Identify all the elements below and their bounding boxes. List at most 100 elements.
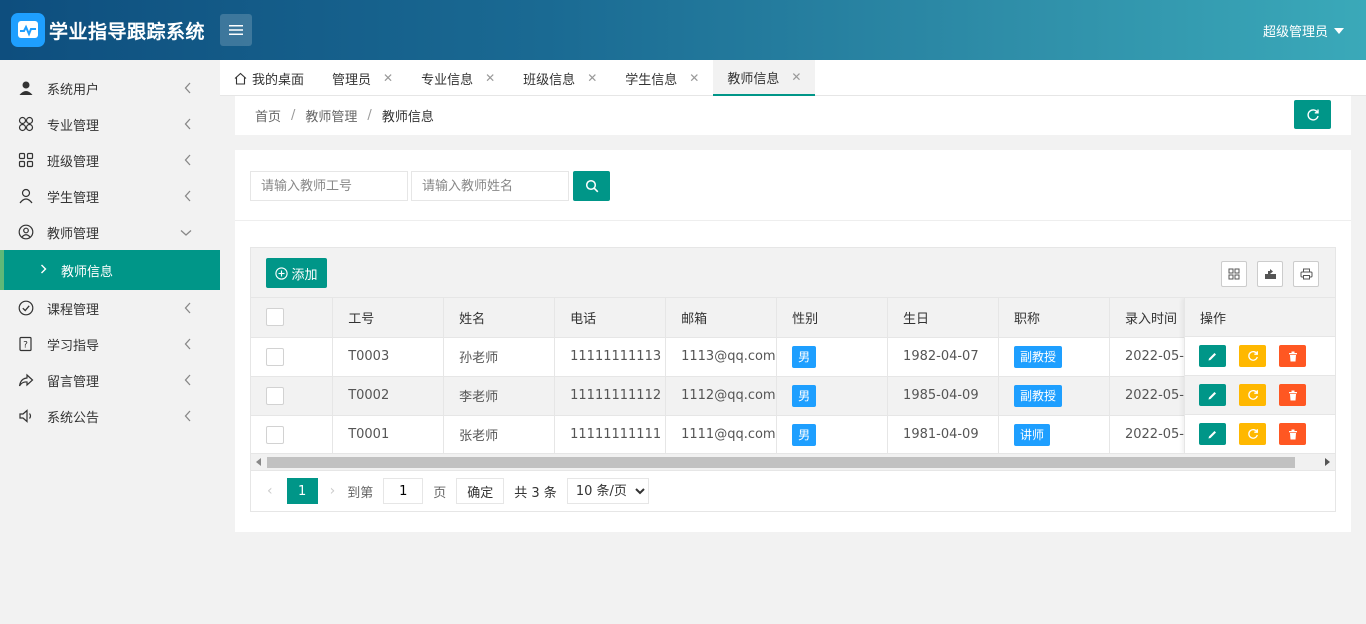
- caret-down-icon: [1334, 27, 1344, 34]
- scroll-right-icon[interactable]: [1325, 458, 1330, 466]
- user-menu[interactable]: 超级管理员: [1263, 21, 1344, 40]
- teacher-id-search-input[interactable]: [250, 171, 408, 201]
- sidebar-item-classes[interactable]: 班级管理: [0, 142, 220, 178]
- logo-icon: [11, 13, 45, 47]
- sidebar-subitem-teacher-info[interactable]: 教师信息: [0, 250, 220, 290]
- close-icon[interactable]: ✕: [485, 71, 495, 85]
- column-header: 电话: [554, 298, 667, 338]
- scroll-left-icon[interactable]: [256, 458, 261, 466]
- gender-badge: 男: [792, 423, 817, 446]
- tab-classes[interactable]: 班级信息 ✕: [509, 60, 611, 96]
- search-button[interactable]: [573, 171, 610, 201]
- sidebar-item-system-users[interactable]: 系统用户: [0, 70, 220, 106]
- edit-button[interactable]: [1199, 345, 1226, 367]
- column-header: 邮箱: [665, 298, 778, 338]
- delete-button[interactable]: [1279, 423, 1306, 445]
- add-button[interactable]: 添加: [266, 258, 327, 288]
- share-icon: [18, 372, 34, 388]
- sidebar-item-students[interactable]: 学生管理: [0, 178, 220, 214]
- speaker-icon: [18, 408, 34, 424]
- prev-page-icon[interactable]: ‹: [267, 483, 273, 499]
- user-icon: [18, 80, 34, 96]
- refresh-icon: [1247, 350, 1258, 361]
- row-checkbox[interactable]: [266, 425, 284, 444]
- close-icon[interactable]: ✕: [383, 71, 393, 85]
- menu-toggle-button[interactable]: [220, 14, 252, 46]
- home-icon: [234, 72, 247, 85]
- sidebar-item-majors[interactable]: 专业管理: [0, 106, 220, 142]
- tab-admin[interactable]: 管理员 ✕: [318, 60, 407, 96]
- tab-majors[interactable]: 专业信息 ✕: [407, 60, 509, 96]
- edit-button[interactable]: [1199, 384, 1226, 406]
- table-row: T0003 孙老师 11111111113 1113@qq.com 男 1982…: [251, 337, 1335, 377]
- user-name: 超级管理员: [1262, 25, 1328, 40]
- hamburger-icon: [229, 25, 243, 35]
- pencil-icon: [1208, 391, 1216, 399]
- page-1-button[interactable]: 1: [286, 478, 318, 504]
- next-page-icon[interactable]: ›: [330, 483, 336, 499]
- breadcrumb-teacher-mgmt[interactable]: 教师管理: [305, 106, 357, 125]
- export-icon[interactable]: [1257, 261, 1283, 287]
- scrollbar-thumb[interactable]: [267, 457, 1295, 468]
- reset-button[interactable]: [1239, 423, 1266, 445]
- row-checkbox[interactable]: [266, 347, 284, 366]
- row-actions: [1185, 415, 1335, 453]
- goto-confirm-button[interactable]: 确定: [456, 478, 505, 504]
- chevron-right-icon: [40, 263, 47, 278]
- column-header: 性别: [776, 298, 889, 338]
- sidebar-item-guidance[interactable]: ? 学习指导: [0, 326, 220, 362]
- horizontal-scrollbar[interactable]: [250, 454, 1336, 471]
- refresh-icon: [1247, 389, 1258, 400]
- gender-badge: 男: [792, 345, 817, 368]
- close-icon[interactable]: ✕: [587, 71, 597, 85]
- page-size-select[interactable]: 10 条/页: [566, 478, 649, 504]
- breadcrumb: 首页 / 教师管理 / 教师信息: [235, 96, 1351, 135]
- sidebar: 系统用户 专业管理 班级管理 学生管理 教师管理 教师信息 课程管理 ? 学习指…: [0, 60, 220, 624]
- tab-teachers[interactable]: 教师信息 ✕: [713, 60, 816, 96]
- sidebar-item-courses[interactable]: 课程管理: [0, 290, 220, 326]
- edit-button[interactable]: [1199, 423, 1226, 445]
- close-icon[interactable]: ✕: [689, 71, 699, 85]
- column-header: 姓名: [443, 298, 556, 338]
- delete-button[interactable]: [1279, 345, 1306, 367]
- pencil-icon: [1208, 352, 1216, 360]
- table-panel: 添加 工号 姓名 电话 邮箱 性别 生日 职称 录入时间 T0003 孙老师 1…: [235, 221, 1351, 532]
- total-count: 共 3 条: [514, 485, 557, 501]
- app-title: 学业指导跟踪系统: [49, 21, 206, 43]
- title-badge: 副教授: [1014, 384, 1063, 407]
- tab-desktop[interactable]: 我的桌面: [220, 60, 318, 96]
- sidebar-item-announcements[interactable]: 系统公告: [0, 398, 220, 434]
- goto-page-input[interactable]: [383, 478, 424, 504]
- teacher-name-search-input[interactable]: [411, 171, 569, 201]
- reset-button[interactable]: [1239, 345, 1266, 367]
- chevron-left-icon: [184, 410, 192, 426]
- row-actions: [1185, 337, 1335, 376]
- refresh-icon: [1247, 428, 1258, 439]
- tab-bar: 我的桌面 管理员 ✕ 专业信息 ✕ 班级信息 ✕ 学生信息 ✕ 教师信息 ✕: [220, 60, 1366, 96]
- row-checkbox[interactable]: [266, 386, 284, 405]
- reset-button[interactable]: [1239, 384, 1266, 406]
- top-header: 学业指导跟踪系统 超级管理员: [0, 0, 1366, 60]
- sidebar-item-messages[interactable]: 留言管理: [0, 362, 220, 398]
- columns-filter-icon[interactable]: [1221, 261, 1247, 287]
- add-circle-icon: [275, 266, 289, 280]
- breadcrumb-current: 教师信息: [381, 110, 434, 125]
- column-header: 工号: [332, 298, 445, 338]
- chevron-left-icon: [184, 82, 192, 98]
- delete-button[interactable]: [1279, 384, 1306, 406]
- tab-students[interactable]: 学生信息 ✕: [611, 60, 713, 96]
- clover-icon: [18, 116, 34, 132]
- title-badge: 讲师: [1014, 423, 1051, 446]
- sidebar-item-teachers[interactable]: 教师管理: [0, 214, 220, 250]
- refresh-button[interactable]: [1294, 100, 1331, 129]
- close-icon[interactable]: ✕: [791, 70, 801, 84]
- search-icon: [585, 179, 598, 193]
- breadcrumb-home[interactable]: 首页: [255, 106, 281, 125]
- actions-column: 操作: [1184, 298, 1335, 453]
- check-circle-icon: [18, 300, 34, 316]
- refresh-icon: [1306, 108, 1319, 121]
- print-icon[interactable]: [1293, 261, 1319, 287]
- table-toolbar: 添加: [250, 247, 1336, 298]
- column-header: 生日: [887, 298, 1000, 338]
- select-all-checkbox[interactable]: [266, 308, 284, 327]
